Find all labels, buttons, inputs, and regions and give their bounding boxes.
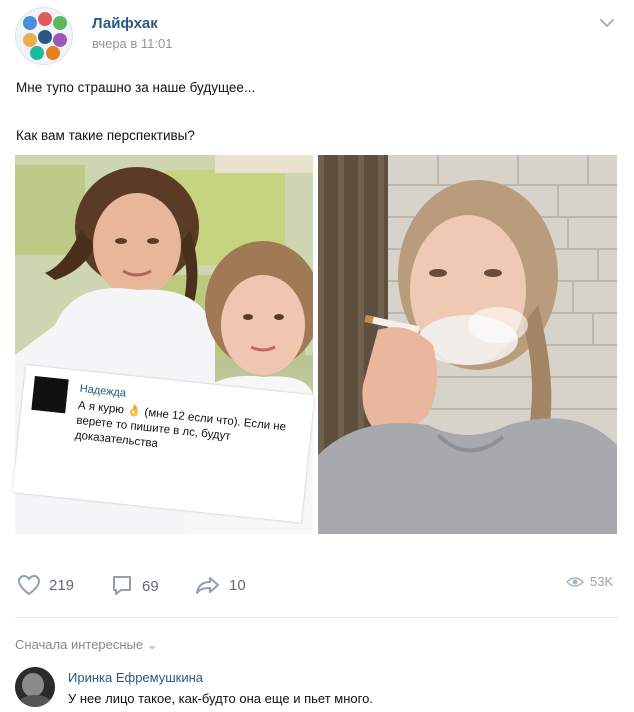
avatar-dot [23, 33, 37, 47]
avatar-image [15, 667, 55, 707]
avatar-dot [38, 12, 52, 26]
avatar-dot [53, 33, 67, 47]
embedded-text: А я курю 👌 (мне 12 если что). Если не ве… [74, 399, 287, 451]
embedded-author: Надежда [79, 382, 127, 400]
embedded-avatar [31, 375, 69, 414]
comment-button[interactable]: 69 [110, 574, 159, 598]
share-count: 10 [229, 576, 246, 594]
chevron-down-icon[interactable] [598, 16, 616, 30]
share-button[interactable]: 10 [195, 574, 246, 596]
chevron-down-icon: ⌄ [146, 637, 158, 652]
post-text-line: Мне тупо страшно за наше будущее... [16, 80, 256, 95]
post-text-line: Как вам такие перспективы? [16, 128, 195, 143]
comments-sort-dropdown[interactable]: Сначала интересные ⌄ [15, 637, 158, 653]
avatar-dot [30, 46, 44, 60]
views-counter: 53K [566, 574, 613, 589]
avatar-dot [38, 30, 52, 44]
post-actions: 219 69 10 53K [0, 574, 634, 604]
comment-count: 69 [142, 577, 159, 595]
heart-icon [17, 574, 41, 596]
post-photo-right[interactable] [318, 155, 617, 534]
vk-post: Лайфхак вчера в 11:01 Мне тупо страшно з… [0, 0, 634, 712]
comment-icon [113, 576, 131, 595]
group-avatar[interactable] [15, 7, 73, 65]
eye-icon [566, 576, 584, 587]
comment-author-link[interactable]: Иринка Ефремушкина [68, 670, 203, 685]
sort-label-text: Сначала интересные [15, 637, 144, 652]
like-button[interactable]: 219 [17, 574, 74, 596]
avatar-dot [46, 46, 60, 60]
group-name-link[interactable]: Лайфхак [92, 15, 158, 32]
share-arrow-icon [196, 577, 219, 594]
comment-avatar[interactable] [15, 667, 55, 707]
avatar-dot [53, 16, 67, 30]
avatar-dot [23, 16, 37, 30]
post-timestamp[interactable]: вчера в 11:01 [92, 36, 172, 51]
divider [15, 617, 619, 618]
comment-text: У нее лицо такое, как-будто она еще и пь… [68, 691, 373, 706]
like-count: 219 [49, 576, 75, 594]
photo-illustration [318, 155, 617, 534]
views-count: 53K [590, 574, 614, 589]
